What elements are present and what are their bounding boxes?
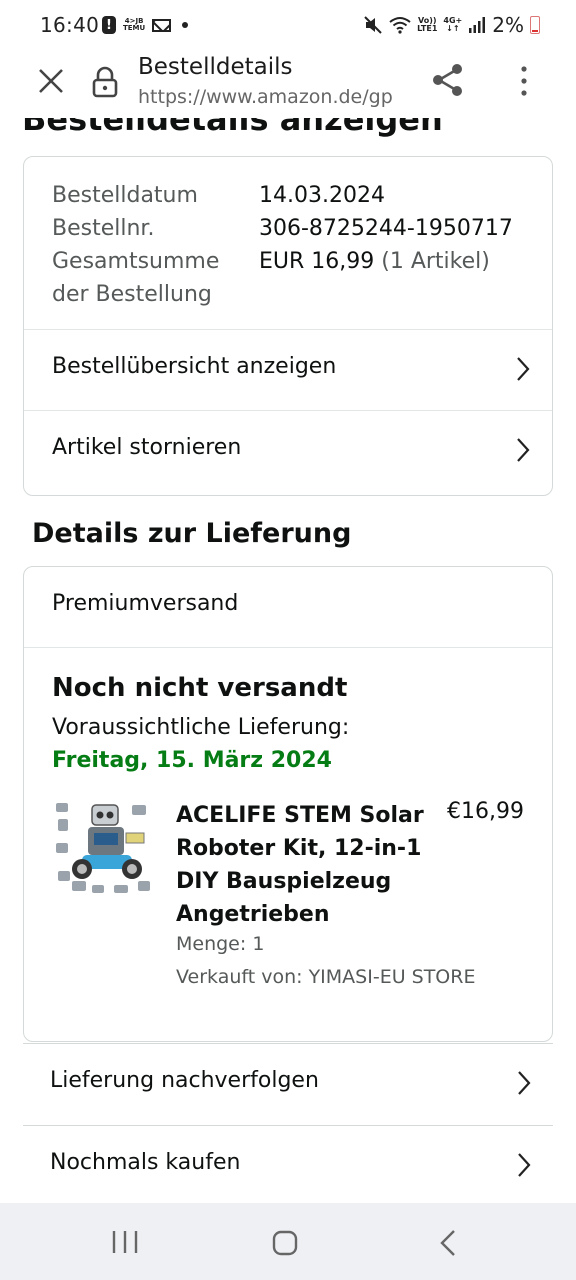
- back-icon[interactable]: [438, 1229, 458, 1257]
- order-number-value: 306-8725244-1950717: [259, 216, 513, 241]
- url-text[interactable]: https://www.amazon.de/gp: [138, 86, 393, 108]
- status-bar: 16:40 ! 4>JB TEMU Vo)) LTE1 4G+ ↓↑ 2%: [0, 0, 576, 50]
- product-seller: Verkauft von: YIMASI-EU STORE: [176, 966, 476, 988]
- home-icon[interactable]: [272, 1230, 298, 1256]
- lock-icon[interactable]: [90, 65, 120, 99]
- recent-apps-icon[interactable]: [110, 1229, 140, 1255]
- track-delivery-link[interactable]: Lieferung nachverfolgen: [23, 1043, 553, 1125]
- order-item-count: (1 Artikel): [381, 249, 490, 274]
- page-heading: Bestelldetails anzeigen: [22, 118, 443, 138]
- battery-icon: [530, 16, 540, 34]
- alert-icon: !: [102, 16, 116, 34]
- system-icons: Vo)) LTE1 4G+ ↓↑ 2%: [363, 13, 540, 37]
- chevron-right-icon: [517, 357, 530, 381]
- chevron-right-icon: [517, 438, 530, 462]
- chevron-right-icon: [518, 1071, 531, 1095]
- shipping-type: Premiumversand: [52, 591, 239, 616]
- delivery-card: Premiumversand Noch nicht versandt Vorau…: [23, 566, 553, 1042]
- divider: [24, 647, 552, 648]
- delivery-section-title: Details zur Lieferung: [32, 518, 352, 549]
- battery-percent: 2%: [492, 13, 524, 37]
- mute-icon: [364, 16, 382, 34]
- dot-icon: [182, 22, 189, 28]
- order-date-value: 14.03.2024: [259, 183, 385, 208]
- signal-icon: [469, 17, 486, 33]
- volte-icon: Vo)) LTE1: [417, 16, 438, 33]
- product-image[interactable]: [52, 797, 154, 899]
- order-number-label: Bestellnr.: [52, 216, 155, 241]
- cancel-items-link[interactable]: Artikel stornieren: [24, 410, 552, 491]
- product-quantity: Menge: 1: [176, 933, 265, 955]
- order-date-label: Bestelldatum: [52, 183, 198, 208]
- order-total-label: Gesamtsumme der Bestellung: [52, 249, 220, 307]
- share-icon[interactable]: [430, 62, 466, 98]
- order-total-value: EUR 16,99 (1 Artikel): [259, 249, 490, 274]
- buy-again-link[interactable]: Nochmals kaufen: [23, 1125, 553, 1203]
- expected-delivery-date: Freitag, 15. März 2024: [52, 748, 332, 773]
- notification-icons: ! 4>JB TEMU: [102, 14, 189, 36]
- temu-icon: 4>JB TEMU: [123, 17, 146, 32]
- order-overview-link[interactable]: Bestellübersicht anzeigen: [24, 329, 552, 410]
- network-type: 4G+ ↓↑: [443, 16, 463, 33]
- page-content: Bestelldetails anzeigen Bestelldatum 14.…: [0, 118, 576, 1203]
- page-title[interactable]: Bestelldetails: [138, 54, 293, 80]
- chevron-right-icon: [518, 1153, 531, 1177]
- close-icon[interactable]: [34, 64, 68, 98]
- expected-delivery-label: Voraussichtliche Lieferung:: [52, 715, 350, 740]
- mail-icon: [152, 18, 172, 32]
- shipment-status: Noch nicht versandt: [52, 673, 348, 703]
- order-info-card: Bestelldatum 14.03.2024 Bestellnr. 306-8…: [23, 156, 553, 496]
- product-price: €16,99: [447, 799, 524, 824]
- wifi-icon: [389, 17, 411, 34]
- more-options-icon[interactable]: [514, 64, 534, 98]
- order-info: Bestelldatum 14.03.2024 Bestellnr. 306-8…: [52, 179, 513, 311]
- product-title[interactable]: ACELIFE STEM Solar Roboter Kit, 12-in-1 …: [176, 799, 426, 931]
- system-nav-bar: [0, 1203, 576, 1280]
- browser-toolbar: Bestelldetails https://www.amazon.de/gp: [0, 50, 576, 118]
- status-time: 16:40: [40, 13, 100, 37]
